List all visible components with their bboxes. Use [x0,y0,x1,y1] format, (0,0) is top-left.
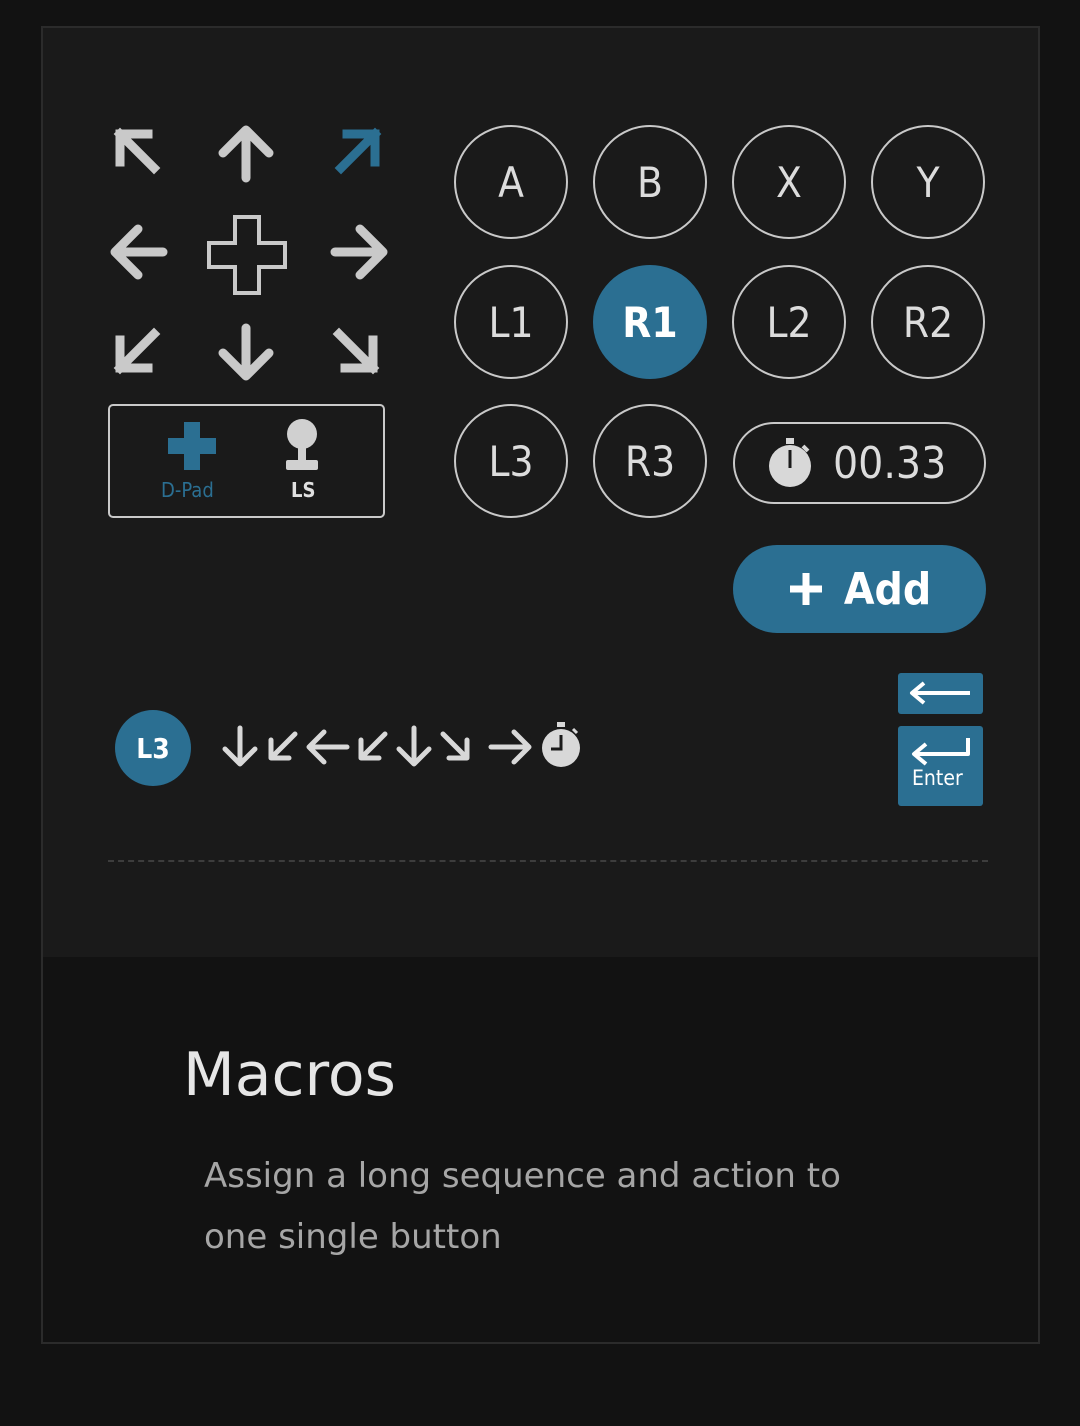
input-mode-selector: D-Pad LS [108,404,385,518]
dpad-plus-icon[interactable] [166,420,218,472]
add-button-label: Add [843,563,932,615]
button-l3[interactable]: L3 [454,404,568,518]
arrow-up-right-icon[interactable] [329,124,385,180]
sequence-step-stopwatch [539,722,583,768]
arrow-down-left-icon[interactable] [110,324,166,380]
button-l1[interactable]: L1 [454,265,568,379]
sequence-step-down-left-2 [353,728,391,766]
feature-title: Macros [183,1040,396,1110]
arrow-right-icon[interactable] [329,221,391,283]
button-b[interactable]: B [593,125,707,239]
enter-label: Enter [912,766,963,790]
dpad-center-icon [206,214,288,296]
sequence-trigger-badge: L3 [115,710,191,786]
button-r1[interactable]: R1 [593,265,707,379]
joystick-icon[interactable] [282,418,322,472]
arrow-up-icon[interactable] [215,122,277,184]
sequence-step-right [487,726,533,768]
plus-icon [788,571,824,607]
sequence-step-left [305,726,351,768]
backspace-button[interactable] [898,673,983,714]
button-r3[interactable]: R3 [593,404,707,518]
feature-description: Assign a long sequence and action to one… [204,1156,841,1257]
arrow-left-icon[interactable] [107,221,169,283]
sequence-step-down [221,724,259,770]
sequence-step-down-left [263,728,301,766]
stopwatch-icon [767,438,813,488]
button-r2[interactable]: R2 [871,265,985,379]
enter-icon [908,736,972,766]
ls-mode-label: LS [291,478,316,502]
sequence-step-down-right [437,728,475,766]
arrow-down-right-icon[interactable] [329,324,385,380]
dashed-divider [108,860,988,862]
button-x[interactable]: X [732,125,846,239]
macros-card: D-Pad LS A B X Y L1 R1 L2 R2 L3 R3 00.33… [41,26,1040,1344]
delay-timer-button[interactable]: 00.33 [733,422,986,504]
macro-editor-panel: D-Pad LS A B X Y L1 R1 L2 R2 L3 R3 00.33… [43,28,1038,957]
arrow-up-left-icon[interactable] [110,124,166,180]
sequence-step-down-2 [395,724,433,770]
arrow-down-icon[interactable] [215,322,277,384]
button-a[interactable]: A [454,125,568,239]
dpad-mode-label: D-Pad [161,478,214,502]
enter-button[interactable]: Enter [898,726,983,806]
timer-value: 00.33 [833,437,947,489]
button-y[interactable]: Y [871,125,985,239]
backspace-icon [908,680,972,706]
add-button[interactable]: Add [733,545,986,633]
button-l2[interactable]: L2 [732,265,846,379]
